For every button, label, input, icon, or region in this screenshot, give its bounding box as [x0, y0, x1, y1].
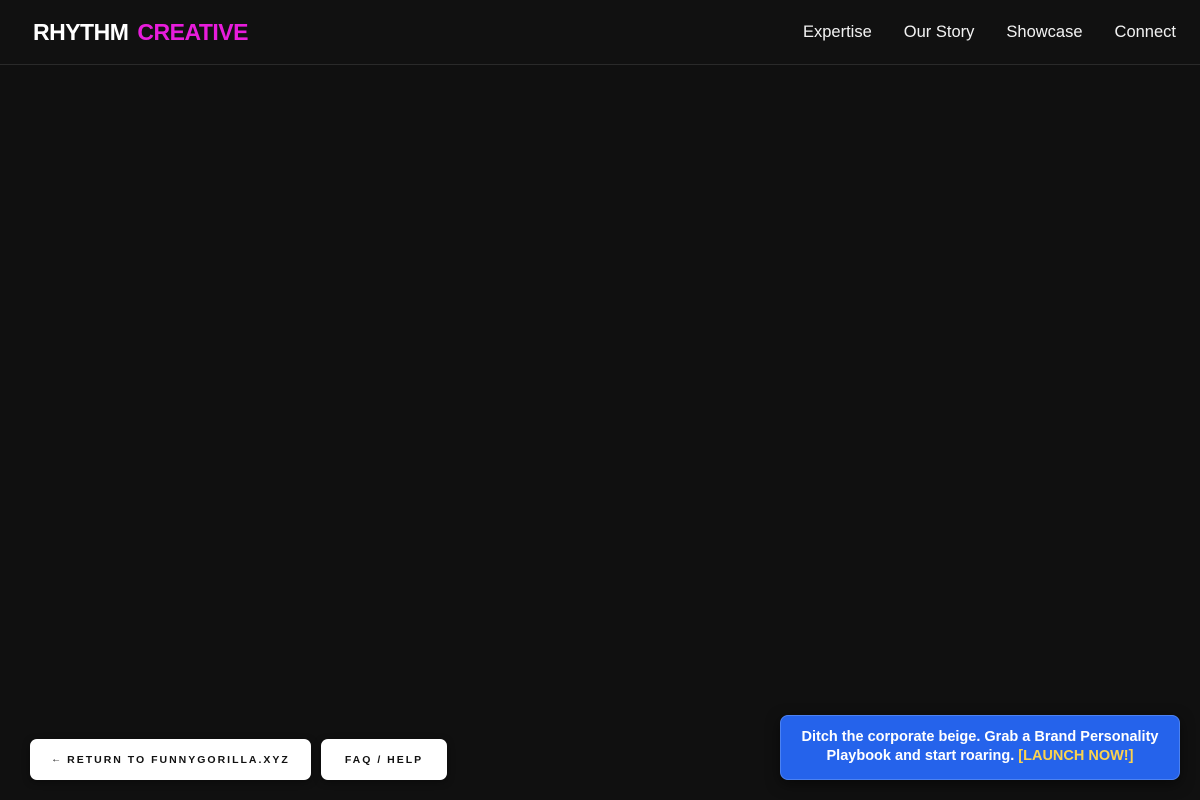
faq-help-button[interactable]: FAQ / HELP [321, 739, 447, 780]
faq-help-label: FAQ / HELP [344, 753, 424, 766]
logo-accent-text: CREATIVE [137, 19, 248, 45]
return-button-label: RETURN TO FUNNYGORILLA.XYZ [67, 753, 290, 766]
logo[interactable]: RHYTHM CREATIVE [33, 19, 248, 45]
nav-link-our-story[interactable]: Our Story [904, 23, 975, 42]
site-header: RHYTHM CREATIVE Expertise Our Story Showc… [0, 0, 1200, 65]
promo-banner[interactable]: Ditch the corporate beige. Grab a Brand … [780, 715, 1180, 780]
nav-link-connect[interactable]: Connect [1115, 23, 1176, 42]
nav-link-expertise[interactable]: Expertise [803, 23, 872, 42]
promo-cta-link[interactable]: [LAUNCH NOW!] [1018, 748, 1133, 764]
nav-link-showcase[interactable]: Showcase [1006, 23, 1082, 42]
arrow-left-icon: ← [51, 754, 62, 765]
logo-primary-text: RHYTHM [33, 19, 129, 45]
main-content [0, 65, 1200, 800]
main-nav: Expertise Our Story Showcase Connect [803, 0, 1176, 64]
return-button[interactable]: ← RETURN TO FUNNYGORILLA.XYZ [30, 739, 311, 780]
